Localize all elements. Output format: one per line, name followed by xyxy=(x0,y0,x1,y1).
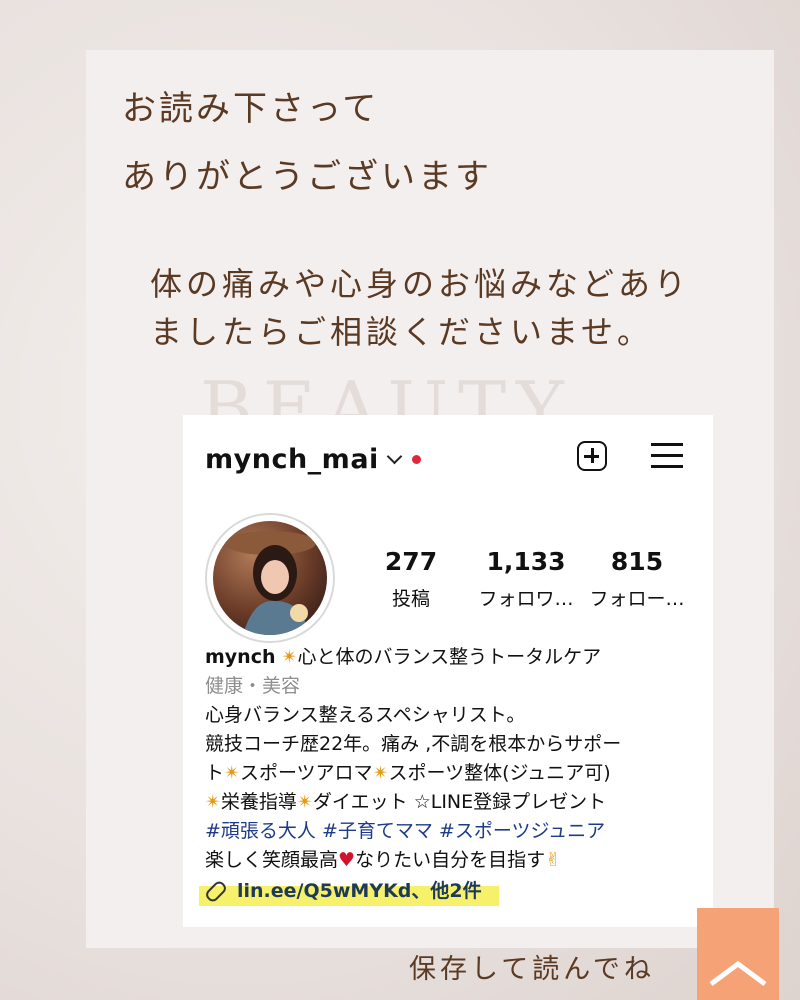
bio-line-4a: 栄養指導 xyxy=(220,791,297,813)
instagram-profile-screenshot: mynch_mai 277 投稿 1,133 フォロワ… 815 フォロー… m… xyxy=(183,415,713,927)
bio-line-2: 競技コーチ歴22年。痛み ,不調を根本からサポー xyxy=(205,733,622,755)
bio-line-3: ト✴スポーツアロマ✴スポーツ整体(ジュニア可) xyxy=(205,759,705,788)
avatar[interactable] xyxy=(213,521,327,635)
sparkle-icon: ✴ xyxy=(372,762,389,784)
followers-count-label: フォロワ… xyxy=(478,588,574,610)
bio-line-3b: スポーツアロマ xyxy=(239,762,373,784)
following-count[interactable]: 815 フォロー… xyxy=(587,547,687,611)
bio-line-3c: スポーツ整体(ジュニア可) xyxy=(388,762,611,784)
sparkle-icon: ✴ xyxy=(296,791,313,813)
following-count-label: フォロー… xyxy=(589,588,685,610)
profile-header: mynch_mai xyxy=(205,441,421,477)
following-count-value: 815 xyxy=(610,547,664,576)
consult-message: 体の痛みや心身のお悩みなどありましたらご相談くださいませ。 xyxy=(150,265,691,351)
category-label: 健康・美容 xyxy=(205,675,301,697)
followers-count-value: 1,133 xyxy=(486,547,566,576)
bio-line-4b: ダイエット ☆LINE登録プレゼント xyxy=(312,791,607,813)
posts-count[interactable]: 277 投稿 xyxy=(383,547,439,611)
thanks-line-1: お読み下さって xyxy=(122,89,380,129)
peace-hand-icon: ✌ xyxy=(545,849,561,871)
heart-icon: ♥ xyxy=(338,849,356,871)
username[interactable]: mynch_mai xyxy=(205,444,379,475)
bio-line-5b: なりたい自分を目指す xyxy=(355,849,546,871)
bio-line-1: 心身バランス整えるスペシャリスト。 xyxy=(205,704,526,726)
display-name: mynch xyxy=(205,646,276,668)
followers-count[interactable]: 1,133 フォロワ… xyxy=(471,547,581,611)
notification-dot xyxy=(411,454,421,464)
hashtags[interactable]: #頑張る大人 #子育てママ #スポーツジュニア xyxy=(205,817,705,846)
thanks-line-2: ありがとうございます xyxy=(122,157,492,197)
posts-count-label: 投稿 xyxy=(391,588,430,610)
profile-bio: mynch ✴心と体のバランス整うトータルケア 健康・美容 心身バランス整えるス… xyxy=(199,643,705,906)
chevron-down-icon[interactable] xyxy=(386,448,403,464)
save-prompt: 保存して読んでね xyxy=(409,954,655,985)
sparkle-icon: ✴ xyxy=(281,646,298,668)
profile-link[interactable]: lin.ee/Q5wMYKd、他2件 xyxy=(237,880,482,902)
bio-line-3a: ト xyxy=(205,762,225,784)
avatar-ring[interactable] xyxy=(205,513,335,643)
posts-count-value: 277 xyxy=(384,547,438,576)
bio-name-line: mynch ✴心と体のバランス整うトータルケア xyxy=(205,643,705,672)
bookmark-ribbon-icon[interactable] xyxy=(697,908,779,1000)
name-subtitle: 心と体のバランス整うトータルケア xyxy=(297,646,602,668)
bio-line-4: ✴栄養指導✴ダイエット ☆LINE登録プレゼント xyxy=(205,788,705,817)
profile-link-row[interactable]: lin.ee/Q5wMYKd、他2件 xyxy=(199,877,499,906)
hamburger-menu-icon[interactable] xyxy=(651,443,683,469)
sparkle-icon: ✴ xyxy=(224,762,240,784)
new-post-icon[interactable] xyxy=(577,441,607,471)
sparkle-icon: ✴ xyxy=(205,791,221,813)
bio-line-5: 楽しく笑顔最高♥なりたい自分を目指す✌ xyxy=(205,846,705,875)
bio-line-5a: 楽しく笑顔最高 xyxy=(205,849,339,871)
